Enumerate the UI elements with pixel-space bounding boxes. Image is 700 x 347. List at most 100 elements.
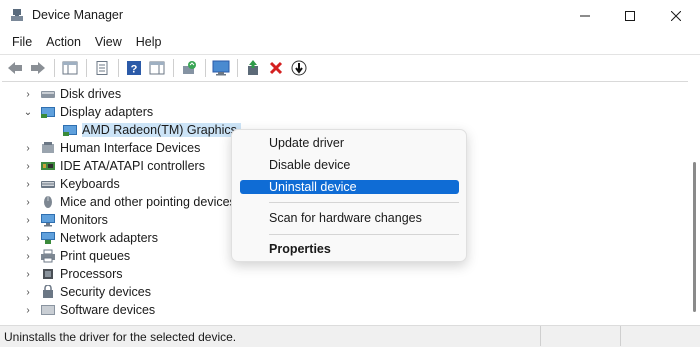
update-driver-icon: [183, 60, 196, 74]
security-device-icon: [43, 285, 53, 298]
properties-button[interactable]: [91, 57, 113, 79]
status-divider: [620, 326, 621, 346]
chevron-right-icon[interactable]: ›: [22, 247, 34, 265]
maximize-icon: [625, 11, 635, 21]
chevron-right-icon[interactable]: ›: [22, 283, 34, 301]
disable-button[interactable]: [288, 57, 310, 79]
monitor-icon: [212, 60, 230, 75]
maximize-button[interactable]: [607, 0, 653, 32]
tree-item-amd-radeon-graphics[interactable]: AMD Radeon(TM) Graphics: [58, 121, 241, 139]
tree-item-security-devices[interactable]: › Security devices: [22, 283, 151, 301]
context-menu-separator: [269, 234, 459, 235]
display-adapter-icon: [41, 107, 55, 118]
device-manager-app-icon: [11, 9, 23, 21]
scrollbar-thumb[interactable]: [693, 162, 696, 312]
toolbar-separator: [237, 58, 238, 77]
show-action-pane-button[interactable]: [146, 57, 168, 79]
software-device-icon: [41, 305, 55, 315]
action-pane-icon: [149, 61, 165, 74]
tree-item-print-queues[interactable]: › Print queues: [22, 247, 130, 265]
vertical-scrollbar[interactable]: [688, 82, 700, 322]
toolbar-separator: [205, 58, 206, 77]
tree-item-network-adapters[interactable]: › Network adapters: [22, 229, 158, 247]
menu-help[interactable]: Help: [130, 35, 168, 49]
printer-icon: [41, 249, 55, 263]
status-bar: Uninstalls the driver for the selected d…: [0, 325, 700, 347]
tree-item-mice-pointing-devices[interactable]: › Mice and other pointing devices: [22, 193, 236, 211]
tree-item-label: Disk drives: [60, 87, 122, 101]
forward-icon: [31, 61, 45, 74]
tree-item-label: IDE ATA/ATAPI controllers: [60, 159, 205, 173]
minimize-button[interactable]: [562, 0, 608, 32]
status-divider: [540, 326, 541, 346]
display-adapter-icon: [63, 125, 77, 136]
chevron-right-icon[interactable]: ›: [22, 157, 34, 175]
toolbar-separator: [173, 58, 174, 77]
forward-button[interactable]: [27, 57, 49, 79]
status-text: Uninstalls the driver for the selected d…: [4, 329, 237, 344]
add-legacy-hardware-button[interactable]: [242, 57, 264, 79]
chevron-right-icon[interactable]: ›: [22, 211, 34, 229]
chevron-right-icon[interactable]: ›: [22, 193, 34, 211]
title-bar: Device Manager: [0, 0, 700, 32]
help-icon: ?: [127, 60, 141, 75]
tree-item-human-interface-devices[interactable]: › Human Interface Devices: [22, 139, 200, 157]
tree-item-label: Mice and other pointing devices: [60, 195, 236, 209]
tree-item-label: Network adapters: [60, 231, 158, 245]
context-menu-label: Disable device: [269, 158, 351, 172]
tree-item-label: Processors: [60, 267, 123, 281]
tree-item-label: Monitors: [60, 213, 108, 227]
toolbar-separator: [118, 58, 119, 77]
context-menu-update-driver[interactable]: Update driver: [240, 136, 459, 150]
context-menu-label: Scan for hardware changes: [269, 211, 422, 225]
tree-item-software-devices[interactable]: › Software devices: [22, 301, 155, 319]
context-menu-scan-hardware-changes[interactable]: Scan for hardware changes: [240, 211, 459, 225]
window-title: Device Manager: [32, 8, 124, 22]
menu-file[interactable]: File: [6, 35, 38, 49]
chevron-right-icon[interactable]: ›: [22, 301, 34, 319]
monitor-icon: [41, 214, 55, 227]
context-menu: Update driver Disable device Uninstall d…: [231, 129, 467, 262]
tree-item-label: Human Interface Devices: [60, 141, 201, 155]
mouse-icon: [44, 196, 52, 208]
menu-action[interactable]: Action: [40, 35, 87, 49]
tree-item-ide-ata-atapi-controllers[interactable]: › IDE ATA/ATAPI controllers: [22, 157, 205, 175]
help-button[interactable]: ?: [123, 57, 145, 79]
tree-item-monitors[interactable]: › Monitors: [22, 211, 108, 229]
device-manager-window: Device Manager File Action View Help ? ›…: [0, 0, 700, 347]
context-menu-disable-device[interactable]: Disable device: [240, 158, 459, 172]
chevron-right-icon[interactable]: ›: [22, 265, 34, 283]
tree-item-label: Security devices: [60, 285, 152, 299]
tree-item-disk-drives[interactable]: › Disk drives: [22, 85, 121, 103]
toolbar-separator: [54, 58, 55, 77]
tree-item-label: AMD Radeon(TM) Graphics: [82, 123, 241, 137]
back-button[interactable]: [4, 57, 26, 79]
menu-view[interactable]: View: [89, 35, 128, 49]
update-driver-button[interactable]: [178, 57, 200, 79]
toolbar: ?: [0, 54, 700, 80]
scan-hardware-button[interactable]: [210, 57, 232, 79]
network-adapter-icon: [41, 232, 55, 244]
show-hide-console-tree-button[interactable]: [59, 57, 81, 79]
context-menu-label: Update driver: [269, 136, 345, 150]
context-menu-uninstall-device[interactable]: Uninstall device: [240, 180, 459, 194]
chevron-right-icon[interactable]: ›: [22, 175, 34, 193]
disk-drive-icon: [41, 91, 55, 98]
back-icon: [8, 61, 22, 74]
chevron-right-icon[interactable]: ›: [22, 229, 34, 247]
context-menu-label: Uninstall device: [269, 180, 357, 194]
tree-item-keyboards[interactable]: › Keyboards: [22, 175, 119, 193]
svg-text:?: ?: [131, 63, 138, 75]
menu-bar: File Action View Help: [0, 32, 700, 52]
tree-item-processors[interactable]: › Processors: [22, 265, 123, 283]
chevron-down-icon[interactable]: ⌄: [22, 103, 34, 121]
uninstall-button[interactable]: [265, 57, 287, 79]
controller-icon: [41, 162, 55, 170]
chevron-right-icon[interactable]: ›: [22, 85, 34, 103]
disable-icon: [291, 60, 307, 75]
tree-item-display-adapters[interactable]: ⌄ Display adapters: [22, 103, 153, 121]
close-button[interactable]: [653, 0, 699, 32]
context-menu-properties[interactable]: Properties: [240, 242, 459, 256]
chevron-right-icon[interactable]: ›: [22, 139, 34, 157]
tree-item-label: Display adapters: [60, 105, 154, 119]
